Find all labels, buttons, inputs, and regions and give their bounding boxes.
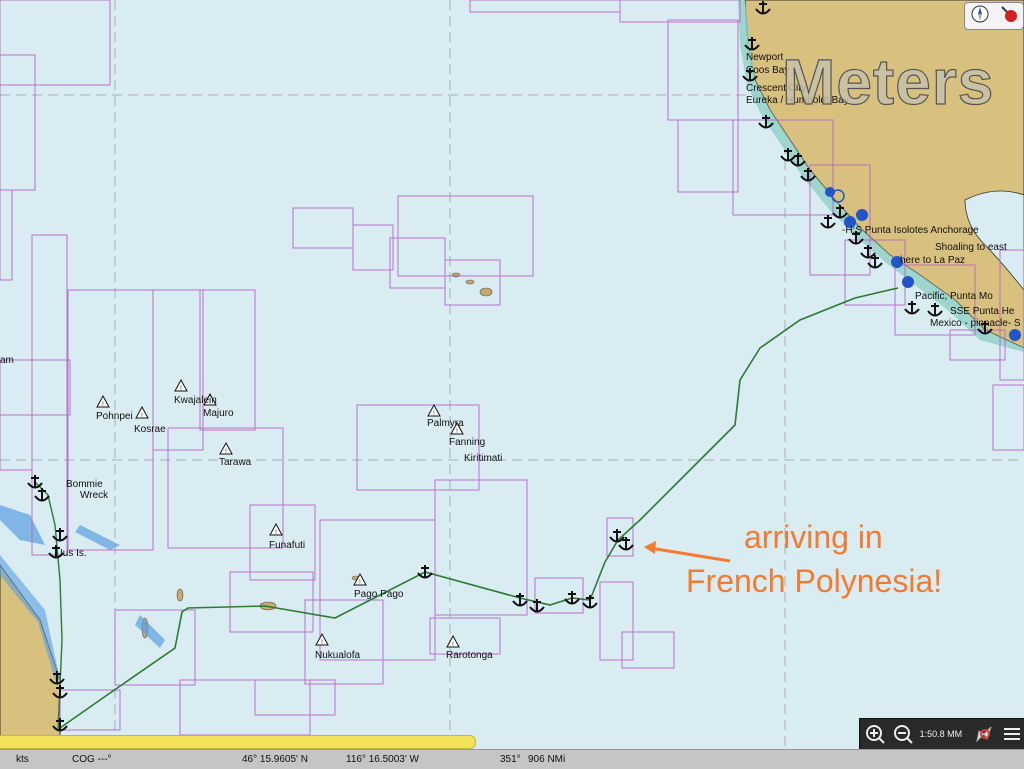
label-punta-mo: Pacific, Punta Mo	[915, 291, 993, 302]
distance-readout: 906 NMi	[528, 754, 566, 765]
annotation-line-2: French Polynesia!	[686, 563, 942, 599]
label-kiritimati: Kiritimati	[464, 453, 502, 464]
label-la-paz: here to La Paz	[900, 255, 965, 266]
zoom-out-icon	[893, 725, 913, 744]
label-rarotonga: Rarotonga	[446, 650, 493, 661]
label-pinnacle: Mexico - pinnacle- S	[930, 318, 1021, 329]
label-newport: Newport	[746, 52, 783, 63]
compass-icon[interactable]	[970, 4, 990, 29]
status-bar: kts COG ---° 46° 15.9605' N 116° 16.5003…	[0, 749, 1024, 769]
speed-unit: kts	[16, 754, 29, 765]
label-tarawa: Tarawa	[219, 457, 252, 468]
label-pohnpei: Pohnpei	[96, 411, 133, 422]
label-punta-he: SSE Punta He	[950, 306, 1015, 317]
label-kosrae: Kosrae	[134, 424, 166, 435]
latitude-readout: 46° 15.9605' N	[242, 754, 308, 765]
label-kwajalein: Kwajalein	[174, 395, 217, 406]
map-toolbar: 1:50.8 MM	[859, 718, 1024, 750]
track-progress-bar	[0, 735, 476, 749]
label-wreck: Wreck	[80, 490, 109, 501]
scale-readout: 1:50.8 MM	[919, 729, 963, 739]
zoom-in-button[interactable]	[862, 721, 888, 747]
record-icon[interactable]	[999, 4, 1019, 29]
label-ius-is: Ius Is.	[60, 548, 87, 559]
menu-icon	[1004, 728, 1021, 740]
orientation-control[interactable]	[964, 2, 1024, 30]
longitude-readout: 116° 16.5003' W	[346, 754, 419, 765]
label-am: am	[0, 355, 14, 366]
label-nukualofa: Nukualofa	[315, 650, 360, 661]
cog-readout: COG ---°	[72, 754, 112, 765]
label-palmyra: Palmyra	[427, 418, 464, 429]
route-rocket-icon	[976, 726, 992, 743]
zoom-out-button[interactable]	[890, 721, 916, 747]
depth-units-watermark: Meters	[782, 46, 994, 118]
label-pago-pago: Pago Pago	[354, 589, 404, 600]
nautical-chart[interactable]: !	[0, 0, 1024, 768]
annotation-line-1: arriving in	[744, 519, 883, 555]
label-funafuti: Funafuti	[269, 540, 305, 551]
menu-button[interactable]	[999, 721, 1024, 747]
zoom-in-icon	[865, 725, 885, 744]
label-majuro: Majuro	[203, 408, 234, 419]
label-punta-isolotes: -H;S Punta Isolotes Anchorage	[842, 225, 979, 236]
bearing-readout: 351°	[500, 754, 521, 765]
label-shoaling: Shoaling to east	[935, 242, 1007, 253]
route-rocket-button[interactable]	[971, 721, 997, 747]
label-bommie: Bommie	[66, 479, 103, 490]
label-fanning: Fanning	[449, 437, 485, 448]
